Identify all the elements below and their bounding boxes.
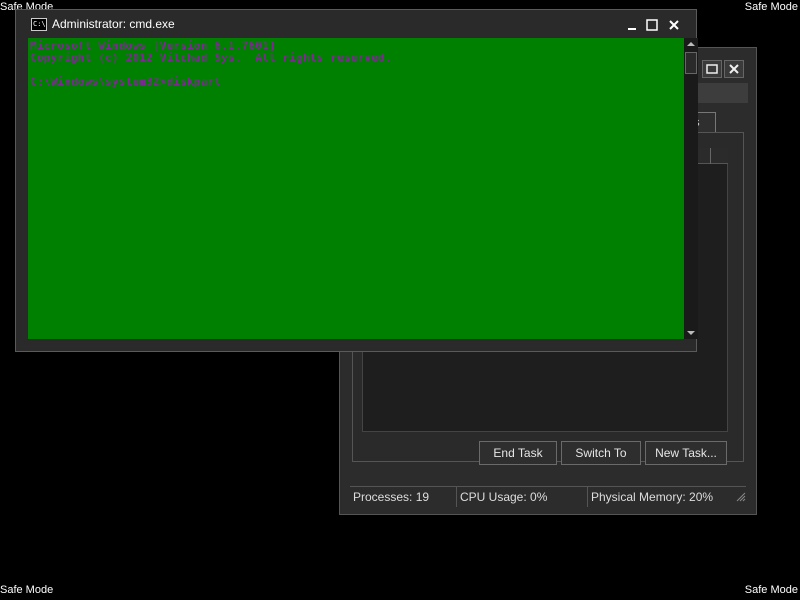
safe-mode-label-bottom-left: Safe Mode bbox=[0, 584, 54, 596]
maximize-icon bbox=[706, 64, 718, 74]
close-button[interactable] bbox=[664, 16, 684, 34]
safe-mode-label-top-right: Safe Mode bbox=[744, 1, 798, 13]
maximize-button[interactable] bbox=[702, 60, 722, 78]
cmd-window[interactable]: C:\ Administrator: cmd.exe Microsoft Win… bbox=[15, 9, 698, 352]
scrollbar-thumb[interactable] bbox=[685, 52, 697, 74]
new-task-button[interactable]: New Task... bbox=[645, 441, 727, 465]
console-line: Copyright (c) 2012 Vilchad Sys. All righ… bbox=[30, 51, 392, 64]
close-icon bbox=[729, 64, 739, 74]
status-processes: Processes: 19 bbox=[350, 487, 457, 507]
maximize-icon bbox=[646, 19, 658, 31]
scroll-down-button[interactable] bbox=[684, 327, 698, 339]
resize-grip-icon[interactable] bbox=[736, 492, 746, 502]
cmd-title-bar[interactable]: C:\ Administrator: cmd.exe bbox=[16, 10, 696, 38]
vertical-scrollbar[interactable] bbox=[684, 38, 698, 339]
scroll-up-button[interactable] bbox=[684, 38, 698, 50]
switch-to-label: Switch To bbox=[575, 446, 627, 460]
window-title: Administrator: cmd.exe bbox=[52, 17, 175, 31]
close-icon bbox=[669, 20, 679, 30]
column-divider[interactable] bbox=[710, 148, 711, 164]
status-cpu-usage: CPU Usage: 0% bbox=[457, 487, 588, 507]
console-prompt-line: C:\Windows\system32>diskpart bbox=[30, 75, 222, 88]
new-task-label: New Task... bbox=[655, 446, 717, 460]
console-app-icon[interactable]: C:\ bbox=[31, 18, 47, 31]
status-physical-memory: Physical Memory: 20% bbox=[591, 490, 714, 504]
switch-to-button[interactable]: Switch To bbox=[561, 441, 641, 465]
end-task-label: End Task bbox=[493, 446, 543, 460]
minimize-button[interactable] bbox=[622, 16, 642, 34]
scroll-down-icon bbox=[687, 331, 695, 335]
status-bar: Processes: 19 CPU Usage: 0% Physical Mem… bbox=[350, 486, 746, 507]
close-button[interactable] bbox=[724, 60, 744, 78]
console-output-area[interactable]: Microsoft Windows [Version 6.1.7601] Cop… bbox=[28, 38, 684, 339]
maximize-button[interactable] bbox=[642, 16, 662, 34]
minimize-icon bbox=[628, 28, 636, 30]
end-task-button[interactable]: End Task bbox=[479, 441, 557, 465]
scroll-up-icon bbox=[687, 42, 695, 46]
safe-mode-label-bottom-right: Safe Mode bbox=[744, 584, 798, 596]
